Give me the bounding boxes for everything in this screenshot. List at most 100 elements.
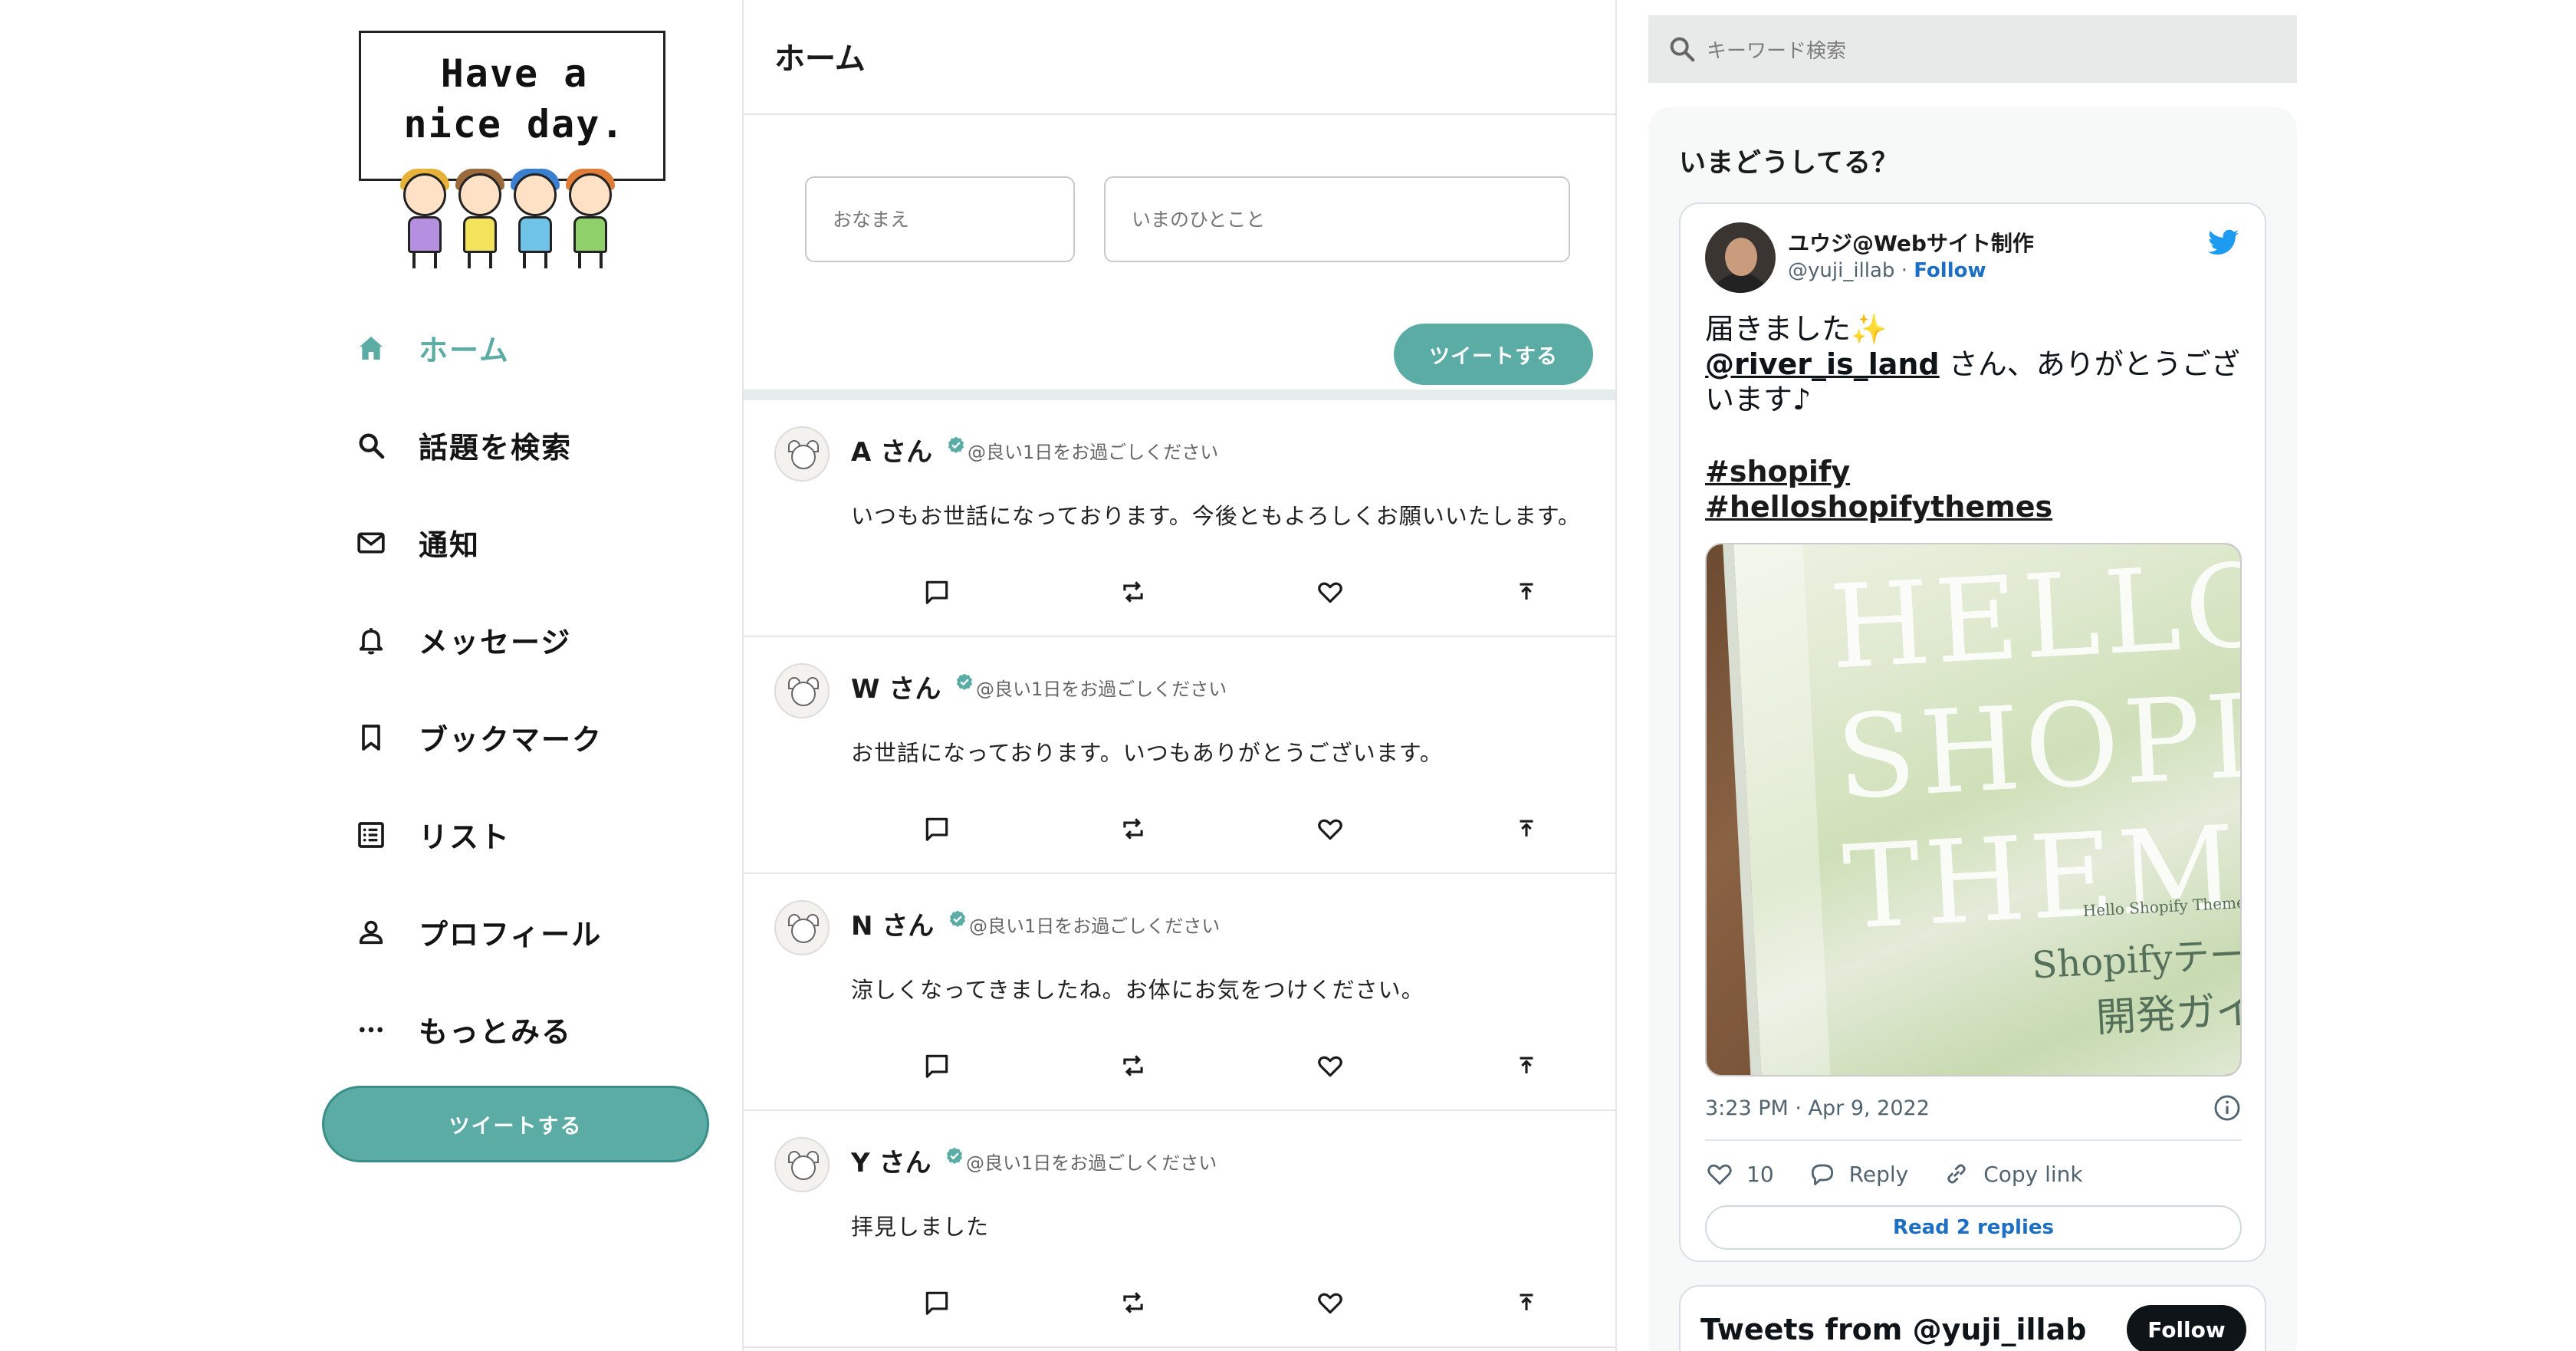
avatar[interactable] <box>774 900 830 955</box>
follow-button[interactable]: Follow <box>2127 1305 2246 1351</box>
post: N さん @良い1日をお過ごしください 涼しくなってきましたね。お体にお気をつけ… <box>744 874 1615 1111</box>
nav-label: 話題を検索 <box>419 431 573 465</box>
info-icon[interactable] <box>2213 1093 2242 1123</box>
read-replies-button[interactable]: Read 2 replies <box>1705 1205 2242 1250</box>
nav-item-search[interactable]: 話題を検索 <box>353 396 705 494</box>
compose-form: ツイートする <box>744 115 1615 400</box>
follow-link[interactable]: Follow <box>1914 259 1986 282</box>
post-actions <box>744 810 1615 847</box>
reply-icon[interactable] <box>918 810 955 847</box>
tweet-submit-button[interactable]: ツイートする <box>1394 324 1593 385</box>
nav-item-profile[interactable]: プロフィール <box>353 883 705 981</box>
copy-link-button[interactable]: Copy link <box>1942 1159 2083 1188</box>
kid-illustration <box>508 169 563 268</box>
heart-icon[interactable] <box>1312 810 1349 847</box>
home-icon <box>353 330 389 367</box>
tweet-line-1: 届きました✨ <box>1705 312 1888 346</box>
post-handle: @良い1日をお過ごしください <box>966 1152 1217 1174</box>
reply-icon[interactable] <box>918 1047 955 1084</box>
tweet-timestamp[interactable]: 3:23 PM · Apr 9, 2022 <box>1705 1096 1930 1120</box>
heart-icon[interactable] <box>1312 1047 1349 1084</box>
nav-item-bookmarks[interactable]: ブックマーク <box>353 689 705 786</box>
nav-label: 通知 <box>419 528 481 562</box>
post: Y さん @良い1日をお過ごしください 拝見しました <box>744 1111 1615 1348</box>
hashtag-link[interactable]: #helloshopifythemes <box>1705 489 2052 524</box>
retweet-icon[interactable] <box>1115 810 1152 847</box>
heart-icon[interactable] <box>1312 1284 1349 1321</box>
reply-label: Reply <box>1848 1161 1909 1187</box>
verified-badge-icon <box>955 672 974 692</box>
reply-icon[interactable] <box>918 1284 955 1321</box>
share-icon[interactable] <box>1508 1047 1545 1084</box>
avatar[interactable] <box>774 426 830 482</box>
logo-line-2: nice day. <box>403 102 626 146</box>
post-author: Y さん <box>851 1148 932 1178</box>
share-icon[interactable] <box>1508 574 1545 610</box>
verified-badge-icon <box>945 1146 964 1166</box>
heart-icon <box>1707 1164 1732 1185</box>
embedded-tweet[interactable]: ユウジ@Webサイト制作 @yuji_illab · Follow 届きました✨… <box>1679 202 2266 1262</box>
author-handle[interactable]: @yuji_illab <box>1788 259 1894 282</box>
bell-icon <box>353 622 389 659</box>
timeline-title[interactable]: Tweets from @yuji_illab <box>1700 1313 2086 1346</box>
post: W さん @良い1日をお過ごしください お世話になっております。いつもありがとう… <box>744 637 1615 874</box>
nav-item-messages[interactable]: メッセージ <box>353 591 705 689</box>
post-text: 拝見しました <box>851 1214 990 1240</box>
message-input[interactable] <box>1104 176 1570 262</box>
post-text: お世話になっております。いつもありがとうございます。 <box>851 740 1443 766</box>
post-actions <box>744 1047 1615 1084</box>
nav-label: メッセージ <box>419 626 572 659</box>
avatar-face <box>791 1155 816 1180</box>
share-icon[interactable] <box>1508 1284 1545 1321</box>
post: A さん @良い1日をお過ごしください いつもお世話になっております。今後ともよ… <box>744 400 1615 637</box>
share-icon[interactable] <box>1508 810 1545 847</box>
post-author: A さん <box>851 437 933 468</box>
tweet-photo[interactable]: HELLO SHOPIFY THEMES Shopifyテーマ 開発ガイド He… <box>1705 543 2242 1077</box>
retweet-icon[interactable] <box>1115 574 1152 610</box>
nav-label: リスト <box>419 820 511 854</box>
search-bar[interactable]: キーワード検索 <box>1648 15 2297 83</box>
like-button[interactable]: 10 <box>1705 1159 1774 1188</box>
verified-badge-icon <box>946 436 966 455</box>
nav-item-lists[interactable]: リスト <box>353 786 705 883</box>
nav-item-more[interactable]: もっとみる <box>353 981 705 1078</box>
search-input[interactable]: キーワード検索 <box>1707 35 1846 64</box>
divider <box>1705 1139 2242 1141</box>
reply-button[interactable]: Reply <box>1808 1159 1909 1188</box>
sidebar-tweet-button[interactable]: ツイートする <box>322 1086 709 1162</box>
post-text: いつもお世話になっております。今後ともよろしくお願いいたします。 <box>851 503 1581 529</box>
logo-board: Have a nice day. <box>359 31 665 181</box>
retweet-icon[interactable] <box>1115 1047 1152 1084</box>
hashtag-link[interactable]: #shopify <box>1705 454 2052 489</box>
author-handle-line: @yuji_illab · Follow <box>1788 259 1986 282</box>
like-count: 10 <box>1746 1161 1774 1187</box>
reply-icon <box>1811 1164 1833 1185</box>
post-actions <box>744 1284 1615 1321</box>
tweet-line-2: @river_is_land さん、ありがとうございます♪ <box>1705 347 2242 417</box>
book-subtitle: 開発ガイド <box>2095 984 2242 1042</box>
reply-icon[interactable] <box>918 574 955 610</box>
author-name[interactable]: ユウジ@Webサイト制作 <box>1788 227 2034 258</box>
list-icon <box>353 817 389 853</box>
trends-widget: いまどうしてる？ ユウジ@Webサイト制作 @yuji_illab · Foll… <box>1648 107 2297 1351</box>
tweet-actions: 10 Reply Copy link <box>1705 1155 2117 1193</box>
twitter-bird-icon[interactable] <box>2205 224 2242 261</box>
heart-icon[interactable] <box>1312 574 1349 610</box>
name-input[interactable] <box>805 176 1075 262</box>
nav-item-home[interactable]: ホーム <box>353 299 705 396</box>
avatar[interactable] <box>774 1137 830 1192</box>
mention-link[interactable]: @river_is_land <box>1705 347 1940 381</box>
nav-label: もっとみる <box>419 1015 573 1049</box>
more-icon <box>353 1011 389 1048</box>
post-handle: @良い1日をお過ごしください <box>968 442 1219 463</box>
post-handle: @良い1日をお過ごしください <box>969 915 1221 937</box>
verified-badge-icon <box>948 909 968 929</box>
site-logo[interactable]: Have a nice day. <box>359 31 665 268</box>
nav-item-notifications[interactable]: 通知 <box>353 494 705 591</box>
kid-illustration <box>452 169 508 268</box>
timeline-embed: Tweets from @yuji_illab Follow <box>1679 1285 2266 1351</box>
avatar[interactable] <box>774 663 830 718</box>
retweet-icon[interactable] <box>1115 1284 1152 1321</box>
post-author: N さん <box>851 911 935 942</box>
author-avatar[interactable] <box>1705 222 1776 293</box>
